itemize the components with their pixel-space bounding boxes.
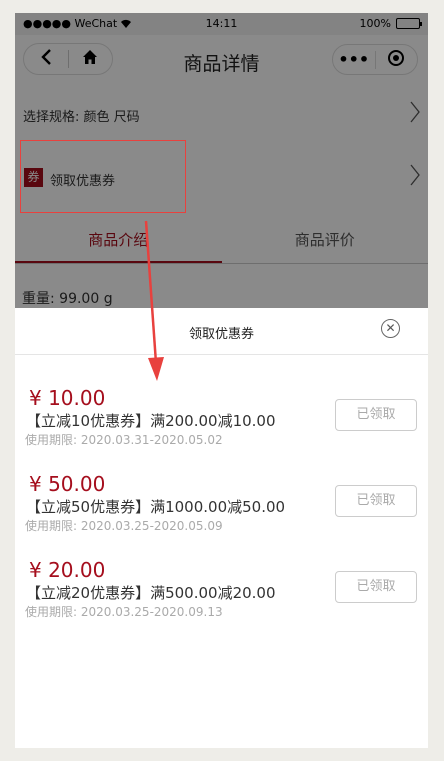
coupon-item: ¥ 50.00 【立减50优惠券】满1000.00减50.00 使用期限: 20… [15, 472, 428, 542]
claimed-button[interactable]: 已领取 [335, 485, 417, 517]
coupon-date: 使用期限: 2020.03.25-2020.09.13 [25, 605, 223, 619]
coupon-item: ¥ 20.00 【立减20优惠券】满500.00减20.00 使用期限: 202… [15, 558, 428, 628]
coupon-amount: ¥ 50.00 [29, 472, 106, 496]
annotation-arrow [144, 220, 164, 381]
coupon-date: 使用期限: 2020.03.25-2020.05.09 [25, 519, 223, 533]
claimed-button[interactable]: 已领取 [335, 571, 417, 603]
coupon-name: 【立减10优惠券】满200.00减10.00 [26, 412, 276, 430]
coupon-amount: ¥ 20.00 [29, 558, 106, 582]
coupon-name: 【立减50优惠券】满1000.00减50.00 [26, 498, 286, 516]
claimed-button[interactable]: 已领取 [335, 399, 417, 431]
coupon-date: 使用期限: 2020.03.31-2020.05.02 [25, 433, 223, 447]
coupon-name: 【立减20优惠券】满500.00减20.00 [26, 584, 276, 602]
phone-screen: ●●●●● WeChat 14:11 100% 商品详情 ••• 选择规格: 颜… [15, 13, 428, 748]
coupon-item: ¥ 10.00 【立减10优惠券】满200.00减10.00 使用期限: 202… [15, 386, 428, 456]
